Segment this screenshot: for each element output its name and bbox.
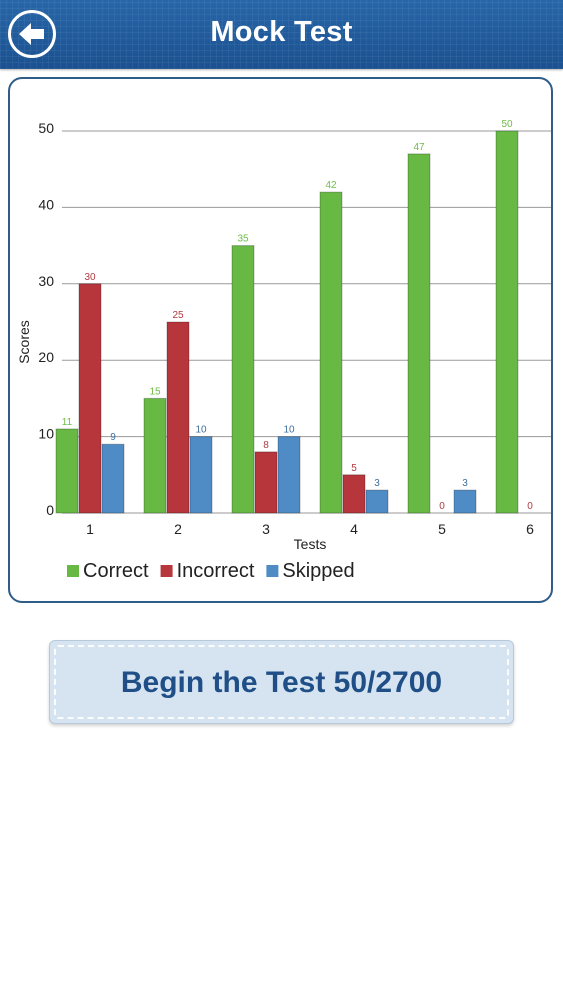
bar-skipped [277, 436, 301, 514]
legend-label-skipped: Skipped [282, 560, 354, 582]
legend-swatch-skipped [266, 565, 279, 577]
bar-correct [55, 428, 79, 514]
y-tick-label: 40 [38, 196, 54, 212]
x-tick-label: 5 [438, 521, 446, 537]
x-tick-label: 1 [86, 521, 94, 537]
bar-skipped [365, 489, 389, 514]
bar-skipped [101, 443, 125, 514]
data-label-skipped: 3 [374, 478, 380, 489]
data-label-correct: 50 [501, 119, 513, 130]
data-label-incorrect: 0 [439, 501, 445, 512]
legend-swatch-incorrect [160, 565, 173, 577]
data-label-correct: 11 [62, 417, 73, 428]
app-header: Mock Test [0, 0, 563, 69]
x-axis-label: Tests [294, 536, 327, 552]
legend-swatch-correct [67, 565, 79, 577]
data-label-incorrect: 8 [263, 440, 269, 451]
data-label-incorrect: 5 [351, 463, 357, 474]
bar-skipped [453, 489, 477, 514]
bar-correct [319, 191, 343, 514]
y-tick-label: 30 [38, 273, 54, 289]
bar-correct [495, 130, 519, 514]
x-tick-label: 3 [262, 521, 270, 537]
bar-incorrect [78, 283, 102, 514]
x-tick-label: 4 [350, 521, 358, 537]
data-label-correct: 15 [149, 386, 161, 397]
data-label-correct: 42 [325, 180, 337, 191]
y-tick-label: 50 [38, 120, 54, 136]
data-label-skipped: 3 [462, 478, 468, 489]
data-label-correct: 35 [237, 234, 249, 245]
data-label-skipped: 10 [195, 425, 207, 436]
bar-skipped [189, 436, 213, 514]
y-tick-label: 20 [38, 349, 54, 365]
begin-test-label: Begin the Test 50/2700 [120, 666, 443, 699]
x-tick-label: 6 [526, 521, 534, 537]
data-label-incorrect: 0 [527, 501, 533, 512]
results-chart-card: 0 10 20 30 40 50 Scores 11 30 9 1 15 25 10 2 35 8 10 3 42 5 3… [8, 77, 553, 603]
bar-correct [231, 245, 255, 514]
bar-correct [407, 153, 431, 514]
data-label-skipped: 9 [110, 432, 116, 443]
results-bar-chart: 01020304050Scores11309115251023581034253… [16, 119, 551, 582]
bar-incorrect [254, 451, 278, 514]
bar-correct [143, 397, 167, 514]
legend-label-correct: Correct [83, 560, 149, 582]
page-title: Mock Test [210, 16, 353, 48]
bar-incorrect [166, 321, 190, 514]
y-tick-label: 10 [38, 426, 54, 442]
data-label-skipped: 10 [283, 425, 295, 436]
data-label-incorrect: 25 [172, 310, 184, 321]
data-label-incorrect: 30 [84, 272, 96, 283]
begin-test-button[interactable]: Begin the Test 50/2700 [49, 640, 514, 724]
x-tick-label: 2 [174, 521, 182, 537]
legend-label-incorrect: Incorrect [177, 560, 255, 582]
y-axis-label: Scores [16, 320, 32, 364]
bar-incorrect [342, 474, 366, 514]
y-tick-label: 0 [46, 502, 54, 518]
data-label-correct: 47 [413, 142, 425, 153]
